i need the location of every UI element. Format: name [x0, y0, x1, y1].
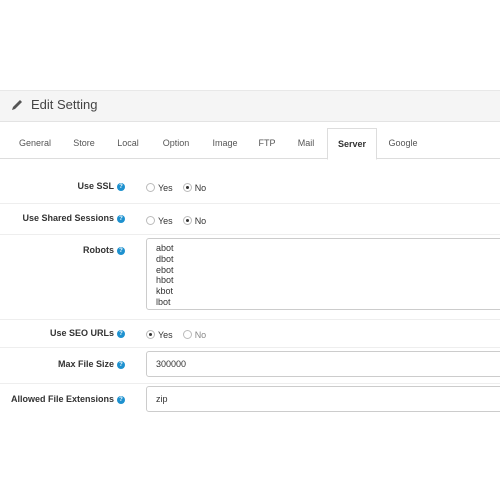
seo-urls-yes-radio[interactable] [146, 330, 155, 340]
allowed-file-extensions-input[interactable]: zip [146, 386, 500, 412]
tab-server[interactable]: Server [327, 128, 377, 160]
divider [0, 383, 500, 384]
help-icon[interactable]: ? [117, 246, 125, 255]
tab-store[interactable]: Store [64, 128, 104, 158]
robots-line: lbot [156, 296, 171, 307]
robots-line: hbot [156, 275, 174, 286]
use-shared-sessions-label-text: Use Shared Sessions [22, 213, 114, 223]
use-seo-urls-label-text: Use SEO URLs [49, 328, 114, 338]
robots-textarea[interactable]: abot dbot ebot hbot kbot lbot [146, 238, 500, 310]
max-file-size-label-text: Max File Size [57, 359, 114, 369]
help-icon[interactable]: ? [117, 214, 125, 223]
divider [0, 234, 500, 235]
shared-sessions-no-label[interactable]: No [195, 216, 207, 226]
settings-tabs: General Store Local Option Image FTP Mai… [0, 128, 500, 160]
allowed-file-extensions-label-text: Allowed File Extensions [10, 394, 114, 404]
divider [0, 319, 500, 320]
tab-local[interactable]: Local [108, 128, 148, 158]
use-ssl-label: Use SSL? [77, 181, 125, 191]
use-ssl-label-text: Use SSL [77, 181, 114, 191]
shared-sessions-yes-radio[interactable] [146, 216, 155, 226]
help-icon[interactable]: ? [117, 182, 125, 191]
allowed-file-extensions-label: Allowed File Extensions? [11, 394, 125, 404]
divider [0, 203, 500, 204]
help-icon[interactable]: ? [117, 329, 125, 338]
use-seo-urls-label: Use SEO URLs? [50, 328, 125, 338]
robots-line: dbot [156, 253, 174, 264]
robots-line: ebot [156, 264, 174, 275]
use-ssl-no-label[interactable]: No [195, 183, 207, 193]
seo-urls-no-radio[interactable] [182, 330, 192, 340]
robots-label: Robots? [83, 245, 125, 255]
tab-option[interactable]: Option [152, 128, 200, 158]
shared-sessions-no-radio[interactable] [182, 216, 192, 226]
use-shared-sessions-label: Use Shared Sessions? [22, 213, 125, 223]
use-ssl-no-radio[interactable] [182, 183, 192, 193]
shared-sessions-yes-label[interactable]: Yes [158, 216, 173, 226]
use-shared-sessions-radios: Yes No [146, 215, 216, 226]
tab-general[interactable]: General [10, 128, 60, 158]
tab-mail[interactable]: Mail [288, 128, 324, 158]
use-ssl-yes-radio[interactable] [146, 183, 155, 193]
tab-google[interactable]: Google [380, 128, 426, 158]
divider [0, 347, 500, 348]
help-icon[interactable]: ? [117, 360, 125, 369]
robots-line: abot [156, 243, 174, 253]
use-ssl-yes-label[interactable]: Yes [158, 183, 173, 193]
max-file-size-label: Max File Size? [58, 359, 125, 369]
seo-urls-yes-label[interactable]: Yes [158, 330, 173, 340]
use-seo-urls-radios: Yes No [146, 329, 216, 340]
tab-ftp[interactable]: FTP [250, 128, 284, 158]
use-ssl-radios: Yes No [146, 182, 216, 193]
panel-heading: Edit Setting [0, 90, 500, 122]
pencil-icon [12, 100, 22, 110]
seo-urls-no-label[interactable]: No [195, 330, 207, 340]
robots-label-text: Robots [83, 245, 114, 255]
page-title: Edit Setting [31, 97, 98, 112]
robots-line: kbot [156, 286, 174, 297]
tab-image[interactable]: Image [204, 128, 246, 158]
max-file-size-input[interactable]: 300000 [146, 351, 500, 377]
help-icon[interactable]: ? [117, 395, 125, 404]
